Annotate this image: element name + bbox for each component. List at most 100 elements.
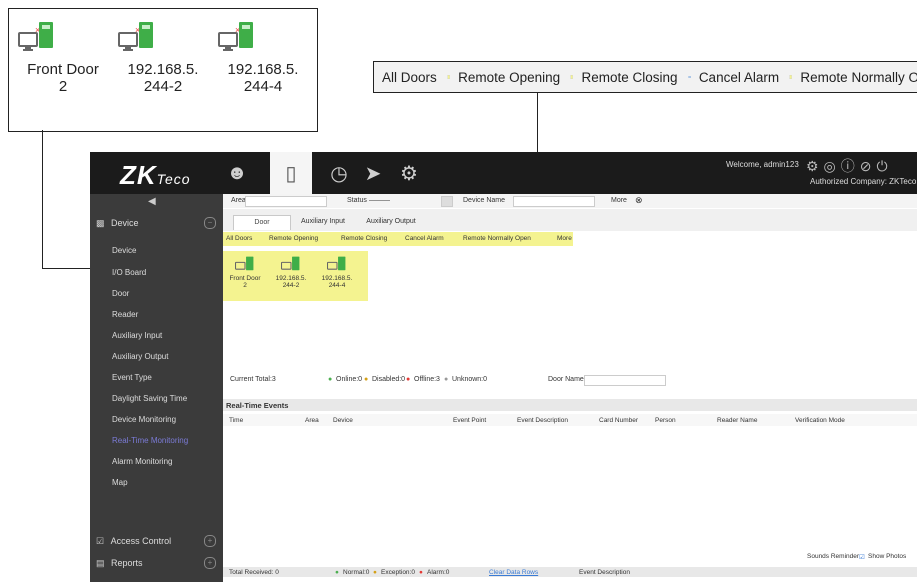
cancel-alarm-button[interactable]: Cancel Alarm	[699, 70, 779, 85]
event-description-label: Event Description	[579, 569, 630, 576]
door-tile-244-2[interactable]: 192.168.5. 244-2	[271, 255, 311, 289]
col-area[interactable]: Area	[305, 417, 319, 424]
filter-bar: Area Status ——— Device Name More ⊗	[223, 194, 917, 208]
door-status-icon	[235, 256, 254, 271]
sidebar-item-io-board[interactable]: I/O Board	[112, 268, 146, 277]
sidebar-item-auxiliary-output[interactable]: Auxiliary Output	[112, 352, 168, 361]
current-total: Current Total:3	[230, 376, 276, 383]
online-dot-icon: ●	[328, 376, 333, 383]
sidebar-item-device[interactable]: Device	[112, 246, 136, 255]
real-time-events-title: Real-Time Events	[226, 401, 289, 410]
offline-dot-icon: ●	[406, 376, 411, 383]
sidebar-item-map[interactable]: Map	[112, 478, 128, 487]
more-button[interactable]: More	[557, 235, 572, 242]
sidebar-item-real-time-monitoring[interactable]: Real-Time Monitoring	[112, 436, 188, 445]
send-icon[interactable]: ➤	[358, 158, 388, 188]
col-event-description[interactable]: Event Description	[517, 417, 568, 424]
col-event-point[interactable]: Event Point	[453, 417, 486, 424]
expand-group-icon[interactable]: +	[204, 557, 216, 569]
remote-opening-button[interactable]: Remote Opening	[458, 70, 560, 85]
settings-icon[interactable]: ⚙	[394, 158, 424, 188]
expand-group-icon[interactable]: +	[204, 535, 216, 547]
sidebar-item-event-type[interactable]: Event Type	[112, 373, 152, 382]
area-input[interactable]	[245, 196, 327, 207]
show-photos-label: Show Photos	[868, 553, 907, 560]
all-doors-button[interactable]: All Doors	[382, 70, 437, 85]
col-verification-mode[interactable]: Verification Mode	[795, 417, 845, 424]
device-name-input[interactable]	[513, 196, 595, 207]
sidebar-item-alarm-monitoring[interactable]: Alarm Monitoring	[112, 457, 172, 466]
sidebar-group-reports[interactable]: ▤ Reports +	[96, 557, 216, 569]
door-tile-244-4[interactable]: × 192.168.5. 244-4	[217, 19, 309, 95]
exception-dot-icon: ●	[373, 569, 377, 576]
sidebar-group-access-control[interactable]: ☑ Access Control +	[96, 535, 216, 547]
door-icons-callout: × Front Door 2 × 192.168.5. 244-2 × 192.16…	[8, 8, 318, 132]
col-time[interactable]: Time	[229, 417, 243, 424]
door-status-icon	[327, 256, 346, 271]
remote-normally-open-button[interactable]: Remote Normally Open	[463, 235, 531, 242]
sidebar: ◀ ▩ Device − Device I/O Board Door Reade…	[90, 194, 223, 582]
unknown-dot-icon: ●	[444, 376, 449, 383]
remote-opening-button[interactable]: Remote Opening	[269, 235, 318, 242]
device-group-icon: ▩	[96, 218, 105, 228]
main-panel: Area Status ——— Device Name More ⊗ Door …	[223, 194, 917, 582]
col-card-number[interactable]: Card Number	[599, 417, 638, 424]
device-icon[interactable]: ▯	[270, 152, 312, 194]
door-tile-244-2[interactable]: × 192.168.5. 244-2	[117, 19, 209, 95]
sounds-reminder-label: Sounds Reminder	[807, 553, 860, 560]
operation-toolbar: All Doors Remote Opening Remote Closing …	[223, 232, 573, 246]
access-control-icon: ☑	[96, 536, 105, 546]
more-filter-button[interactable]: More	[611, 197, 627, 204]
welcome-text: Welcome, admin123	[726, 160, 799, 169]
person-icon[interactable]: ☻	[222, 158, 252, 188]
door-status-icon	[281, 256, 300, 271]
show-photos-checkbox[interactable]: ☑	[859, 553, 865, 561]
col-device[interactable]: Device	[333, 417, 353, 424]
sidebar-group-device[interactable]: ▩ Device −	[96, 217, 216, 229]
remote-closing-button[interactable]: Remote Closing	[341, 235, 387, 242]
door-panel: Front Door 2 192.168.5. 244-2 192.168.5. 24…	[223, 251, 368, 301]
disabled-count: Disabled:0	[372, 376, 406, 383]
tab-auxiliary-input[interactable]: Auxiliary Input	[295, 215, 351, 229]
collapse-icon[interactable]: ◀	[148, 196, 156, 207]
remote-normally-open-button[interactable]: Remote Normally Ope	[800, 70, 917, 85]
sidebar-item-reader[interactable]: Reader	[112, 310, 138, 319]
door-status-icon: ×	[118, 22, 153, 51]
door-label: 192.168.5. 244-2	[127, 61, 199, 95]
remote-closing-button[interactable]: Remote Closing	[581, 70, 677, 85]
tab-door[interactable]: Door	[233, 215, 291, 230]
header-action-icons[interactable]: ⚙◎ⓘ⊘⏻	[806, 156, 893, 176]
events-table-header: Time Area Device Event Point Event Descr…	[223, 414, 917, 426]
door-tile-244-4[interactable]: 192.168.5. 244-4	[317, 255, 357, 289]
clear-data-rows-link[interactable]: Clear Data Rows	[489, 569, 538, 576]
sidebar-item-auxiliary-input[interactable]: Auxiliary Input	[112, 331, 162, 340]
col-reader-name[interactable]: Reader Name	[717, 417, 757, 424]
status-dropdown-icon[interactable]	[441, 196, 453, 207]
clock-icon[interactable]: ◷	[324, 158, 354, 188]
sidebar-item-daylight-saving[interactable]: Daylight Saving Time	[112, 394, 187, 403]
total-received: Total Received: 0	[229, 569, 279, 576]
col-person[interactable]: Person	[655, 417, 676, 424]
alarm-dot-icon: ●	[419, 569, 423, 576]
status-select[interactable]: ———	[369, 197, 390, 204]
bottom-bar: Sounds Reminder ☑ Show Photos Total Rece…	[223, 553, 917, 582]
door-name-input[interactable]	[584, 375, 666, 386]
cancel-alarm-button[interactable]: Cancel Alarm	[405, 235, 444, 242]
cancel-alarm-icon	[687, 76, 691, 78]
sidebar-item-door[interactable]: Door	[112, 289, 129, 298]
reports-icon: ▤	[96, 558, 105, 568]
device-name-label: Device Name	[463, 197, 506, 204]
clear-filter-icon[interactable]: ⊗	[635, 195, 643, 206]
offline-count: Offline:3	[414, 376, 440, 383]
disabled-dot-icon: ●	[364, 376, 369, 383]
alarm-count: Alarm:0	[427, 569, 450, 576]
door-tile-front-door[interactable]: Front Door 2	[225, 255, 265, 289]
real-time-events-header: Real-Time Events	[223, 399, 917, 411]
tab-auxiliary-output[interactable]: Auxiliary Output	[363, 215, 419, 229]
door-close-icon	[570, 74, 573, 80]
door-tile-front-door[interactable]: × Front Door 2	[17, 19, 109, 95]
sidebar-item-device-monitoring[interactable]: Device Monitoring	[112, 415, 176, 424]
all-doors-button[interactable]: All Doors	[226, 235, 252, 242]
door-status-icon: ×	[218, 22, 253, 51]
collapse-group-icon[interactable]: −	[204, 217, 216, 229]
